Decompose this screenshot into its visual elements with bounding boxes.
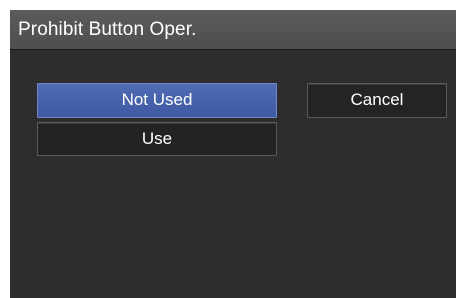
dialog-title-bar: Prohibit Button Oper. (10, 10, 456, 50)
option-use-button[interactable]: Use (37, 122, 277, 156)
prohibit-button-dialog: Prohibit Button Oper. Not Used Use Cance… (10, 10, 456, 298)
dialog-title: Prohibit Button Oper. (18, 19, 197, 40)
cancel-button[interactable]: Cancel (307, 83, 447, 118)
option-not-used-button[interactable]: Not Used (37, 83, 277, 118)
